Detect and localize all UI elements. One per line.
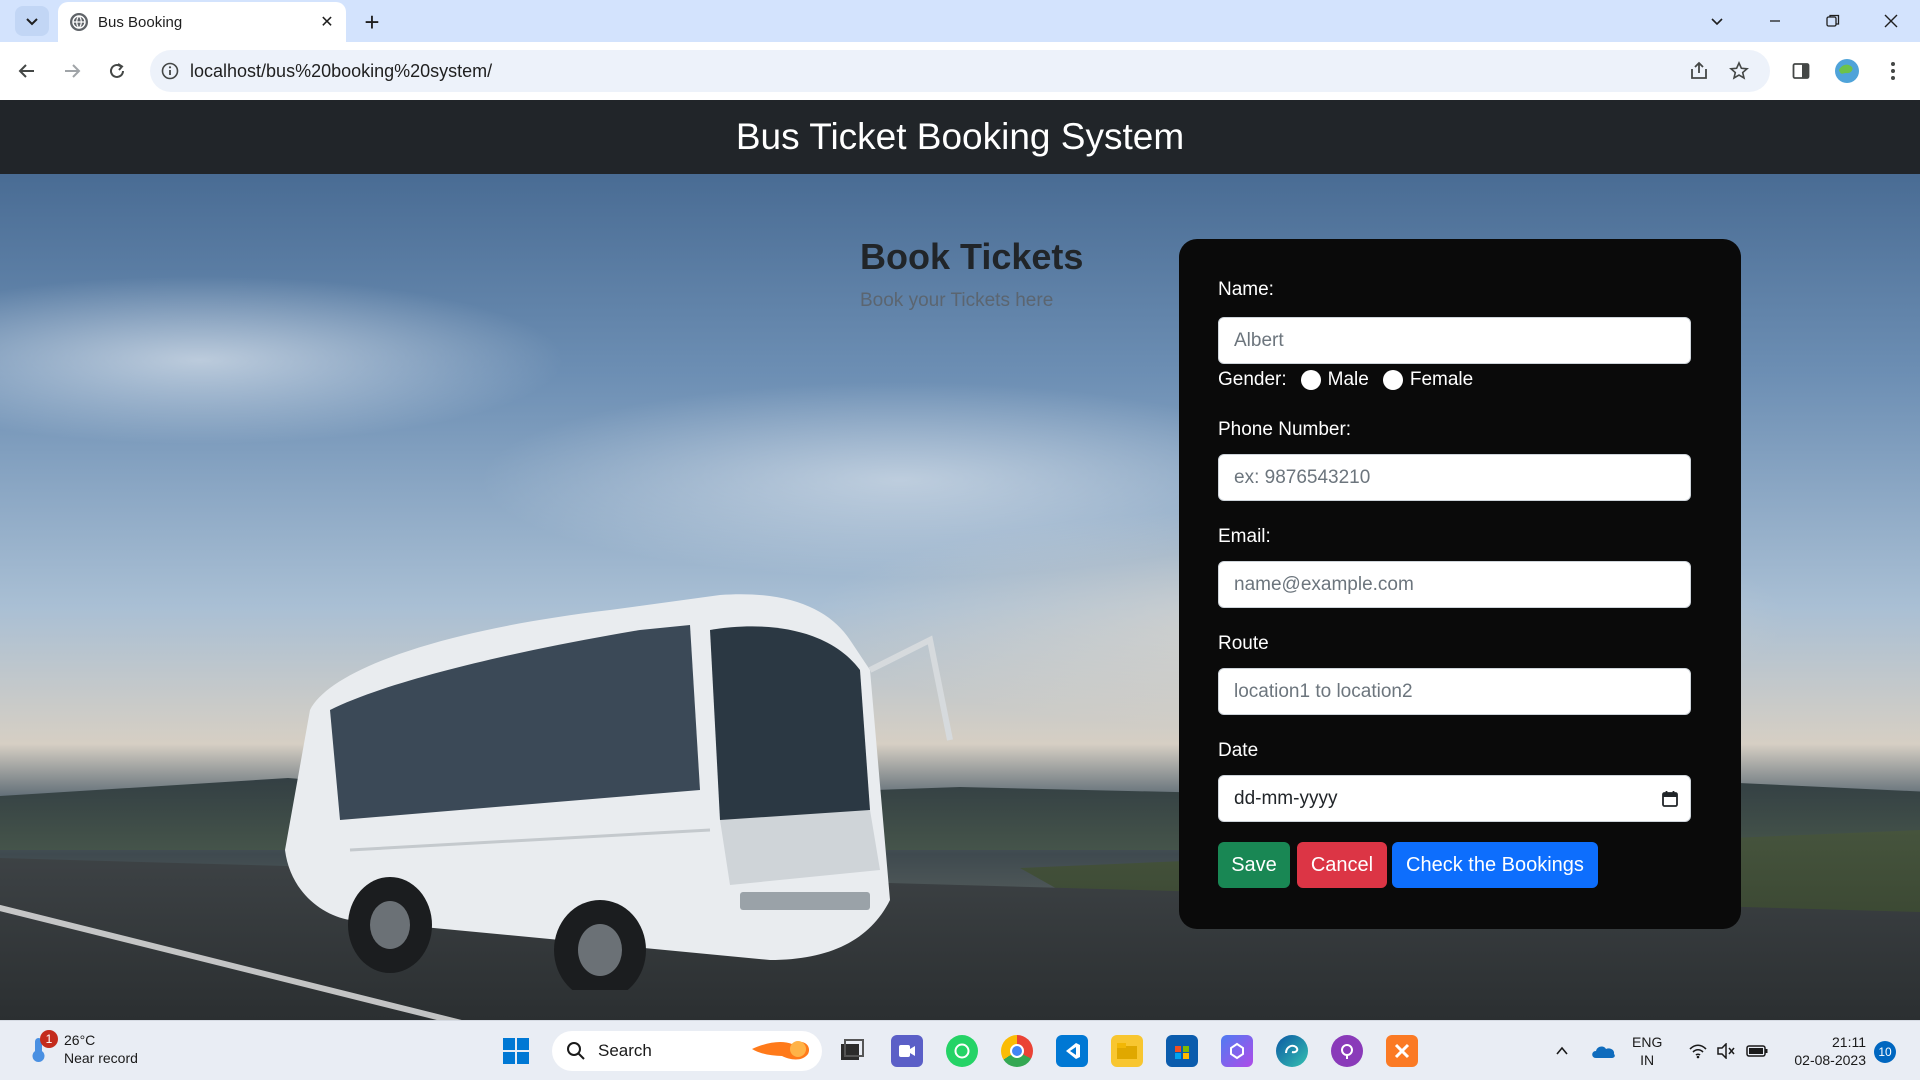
more-menu-icon[interactable]	[1876, 54, 1910, 88]
date-label: Date	[1218, 740, 1259, 761]
windows-start-icon[interactable]	[500, 1035, 532, 1067]
name-label: Name:	[1218, 279, 1274, 300]
tab-list-chevron-icon[interactable]	[1694, 4, 1740, 38]
back-arrow-icon[interactable]	[10, 54, 44, 88]
tab-close-icon[interactable]: ✕	[316, 11, 338, 33]
lang-bottom: IN	[1640, 1052, 1655, 1068]
reload-icon[interactable]	[100, 54, 134, 88]
wifi-icon[interactable]	[1684, 1035, 1712, 1067]
clock-date: 02-08-2023	[1794, 1052, 1866, 1068]
page-subtitle: Book your Tickets here	[860, 290, 1054, 311]
url-text: localhost/bus%20booking%20system/	[190, 60, 493, 81]
weather-widget[interactable]: 1 26°C Near record	[24, 1030, 138, 1067]
minimize-button[interactable]	[1752, 4, 1798, 38]
github-icon[interactable]	[1331, 1035, 1363, 1067]
side-panel-icon[interactable]	[1784, 54, 1818, 88]
copilot-icon[interactable]	[1221, 1035, 1253, 1067]
whatsapp-icon[interactable]	[946, 1035, 978, 1067]
lang-top: ENG	[1632, 1034, 1663, 1050]
weather-badge: 1	[40, 1030, 58, 1048]
phone-field[interactable]	[1218, 454, 1691, 501]
page-viewport: Bus Ticket Booking System Book Tickets B…	[0, 100, 1920, 1020]
edge-icon[interactable]	[1276, 1035, 1308, 1067]
clock[interactable]: 21:11 02-08-2023	[1782, 1033, 1866, 1069]
xampp-icon[interactable]	[1386, 1035, 1418, 1067]
email-label: Email:	[1218, 526, 1271, 547]
name-input[interactable]	[1234, 329, 1690, 352]
page-title: Book Tickets	[860, 236, 1084, 277]
name-field[interactable]	[1218, 317, 1691, 364]
phone-label: Phone Number:	[1218, 419, 1352, 440]
tab-title: Bus Booking	[98, 13, 183, 31]
browser-toolbar: localhost/bus%20booking%20system/	[0, 42, 1920, 100]
task-view-icon[interactable]	[836, 1035, 868, 1067]
site-info-icon[interactable]	[150, 62, 190, 80]
chevron-down-icon	[26, 18, 38, 26]
email-input[interactable]	[1234, 573, 1690, 596]
share-icon[interactable]	[1682, 54, 1716, 88]
browser-tab-strip: Bus Booking ✕ +	[0, 0, 1920, 42]
forward-arrow-icon[interactable]	[55, 54, 89, 88]
phone-input[interactable]	[1234, 466, 1690, 489]
taskbar: 1 26°C Near record Search ENG IN 21:11 0…	[0, 1020, 1920, 1080]
taskbar-search[interactable]: Search	[552, 1031, 822, 1071]
new-tab-button[interactable]: +	[356, 6, 388, 38]
gender-female-label[interactable]: Female	[1410, 369, 1473, 391]
microsoft-store-icon[interactable]	[1166, 1035, 1198, 1067]
search-icon	[567, 1042, 585, 1060]
restore-button[interactable]	[1810, 4, 1856, 38]
gender-female-radio[interactable]	[1382, 370, 1403, 390]
onedrive-cloud-icon[interactable]	[1586, 1035, 1620, 1067]
thermometer-icon: 1	[24, 1030, 58, 1064]
gender-group: Gender: Male Female	[1218, 369, 1473, 391]
address-bar[interactable]: localhost/bus%20booking%20system/	[150, 50, 1770, 92]
route-input[interactable]	[1234, 680, 1690, 703]
globe-icon	[70, 13, 88, 31]
chrome-icon[interactable]	[1001, 1035, 1033, 1067]
clock-time: 21:11	[1832, 1034, 1866, 1050]
date-value: dd-mm-yyyy	[1234, 787, 1338, 809]
search-highlight-icon	[752, 1034, 812, 1069]
teams-icon[interactable]	[891, 1035, 923, 1067]
vscode-icon[interactable]	[1056, 1035, 1088, 1067]
notification-badge[interactable]: 10	[1874, 1041, 1896, 1063]
tray-chevron-up-icon[interactable]	[1548, 1035, 1576, 1067]
language-indicator[interactable]: ENG IN	[1632, 1033, 1662, 1069]
cancel-button[interactable]: Cancel	[1297, 842, 1387, 888]
booking-form: Name: Gender: Male Female Phone Number: …	[1179, 239, 1741, 929]
volume-muted-icon[interactable]	[1712, 1035, 1740, 1067]
close-window-button[interactable]	[1868, 4, 1914, 38]
weather-temp: 26°C	[64, 1032, 96, 1048]
route-field[interactable]	[1218, 668, 1691, 715]
site-title: Bus Ticket Booking System	[735, 116, 1185, 157]
route-label: Route	[1218, 633, 1269, 654]
gender-label: Gender:	[1218, 369, 1287, 390]
save-button[interactable]: Save	[1218, 842, 1290, 888]
calendar-icon[interactable]	[1650, 790, 1690, 808]
check-bookings-button[interactable]: Check the Bookings	[1392, 842, 1598, 888]
profile-avatar[interactable]	[1830, 54, 1864, 88]
file-explorer-icon[interactable]	[1111, 1035, 1143, 1067]
email-field[interactable]	[1218, 561, 1691, 608]
weather-desc: Near record	[64, 1050, 138, 1066]
tab-search-button[interactable]	[15, 6, 49, 36]
gender-male-label[interactable]: Male	[1328, 369, 1369, 391]
tab-bus-booking[interactable]: Bus Booking ✕	[58, 2, 346, 42]
search-label: Search	[598, 1041, 652, 1060]
bookmark-star-icon[interactable]	[1722, 54, 1756, 88]
gender-male-radio[interactable]	[1300, 370, 1321, 390]
site-navbar: Bus Ticket Booking System	[0, 100, 1920, 174]
bus-image	[285, 594, 953, 990]
date-field[interactable]: dd-mm-yyyy	[1218, 775, 1691, 822]
battery-icon[interactable]	[1742, 1035, 1772, 1067]
